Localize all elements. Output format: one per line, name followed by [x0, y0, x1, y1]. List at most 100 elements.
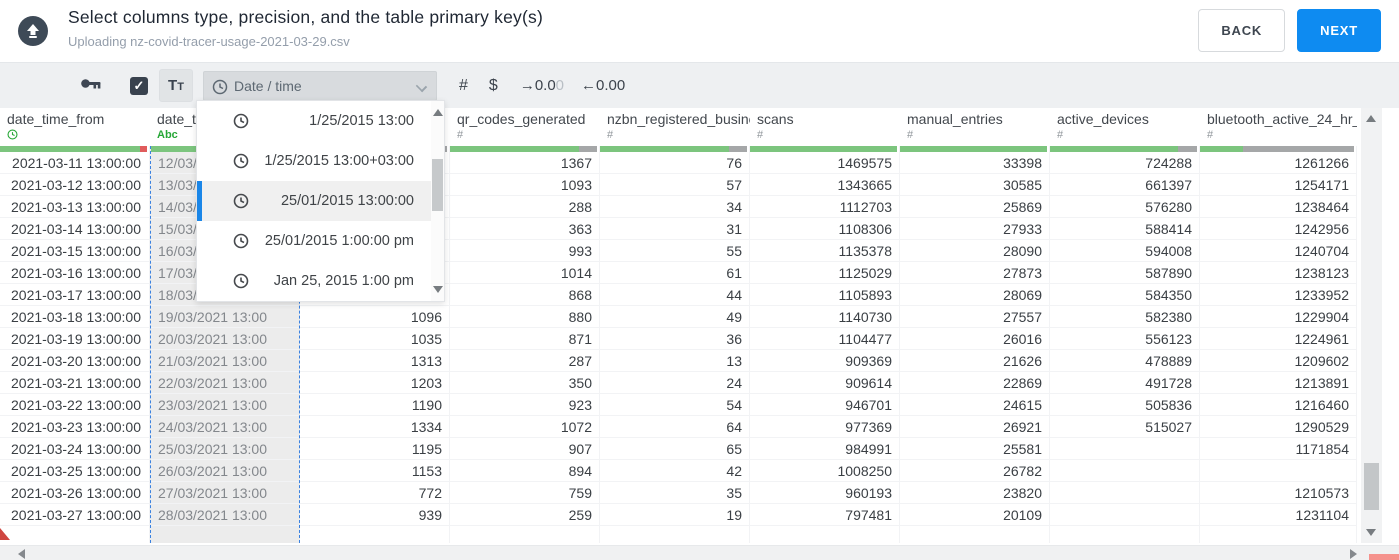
table-cell: 26/03/2021 13:00	[151, 460, 299, 482]
currency-type-icon[interactable]: $	[489, 77, 498, 95]
table-cell: 1231104	[1200, 504, 1356, 526]
column-body: 1261266 1254171 1238464 1242956 1240704 12381…	[1200, 146, 1357, 543]
column-header[interactable]: date_time_from	[0, 108, 150, 146]
dropdown-scrollbar[interactable]	[431, 101, 444, 301]
table-cell: 1125029	[750, 262, 899, 284]
horizontal-scrollbar[interactable]	[0, 545, 1399, 560]
table-cell: 977369	[750, 416, 899, 438]
date-format-option-label: Jan 25, 2015 1:00 pm	[273, 273, 414, 289]
scroll-left-icon[interactable]	[18, 549, 25, 559]
table-cell: 1233952	[1200, 284, 1356, 306]
column-header[interactable]: active_devices #	[1050, 108, 1200, 146]
table-cell: 1112703	[750, 196, 899, 218]
dropdown-scroll-down-icon[interactable]	[433, 286, 443, 293]
table-cell: 36	[600, 328, 749, 350]
table-cell: 25/03/2021 13:00	[151, 438, 299, 460]
table-cell: 984991	[750, 438, 899, 460]
date-format-option[interactable]: Jan 25, 2015 1:00 pm	[197, 261, 444, 301]
table-cell: 27557	[900, 306, 1049, 328]
clock-icon	[212, 79, 228, 98]
table-cell: 1014	[450, 262, 599, 284]
table-cell: 287	[450, 350, 599, 372]
date-format-select[interactable]: Date / time	[203, 70, 437, 101]
scroll-up-icon[interactable]	[1366, 115, 1376, 122]
page-header: Select columns type, precision, and the …	[0, 0, 1399, 62]
text-type-button[interactable]: TT	[159, 69, 193, 102]
table-cell: 1135378	[750, 240, 899, 262]
scroll-down-icon[interactable]	[1366, 529, 1376, 536]
table-cell: 2021-03-24 13:00:00	[0, 438, 149, 460]
table-cell: 1203	[300, 372, 449, 394]
column-type-label: #	[907, 129, 914, 141]
column-header[interactable]: nzbn_registered_busine #	[600, 108, 750, 146]
column-header[interactable]: scans #	[750, 108, 900, 146]
table-cell: 1195	[300, 438, 449, 460]
column-header[interactable]: manual_entries #	[900, 108, 1050, 146]
table-cell: 34	[600, 196, 749, 218]
table-cell: 54	[600, 394, 749, 416]
scroll-right-icon[interactable]	[1350, 549, 1357, 559]
increase-precision-button[interactable]: →0.00	[520, 77, 564, 94]
table-cell: 288	[450, 196, 599, 218]
next-button[interactable]: NEXT	[1297, 9, 1381, 52]
primary-key-icon[interactable]	[80, 76, 103, 96]
table-cell: 30585	[900, 174, 1049, 196]
table-cell: 587890	[1050, 262, 1199, 284]
table-cell	[1200, 460, 1356, 482]
column-body: 76 57 34 31 55 61 44 49 36 13 24 54 64 65 42 35 19	[600, 146, 750, 543]
table-cell: 65	[600, 438, 749, 460]
table-cell: 1229904	[1200, 306, 1356, 328]
table-cell: 491728	[1050, 372, 1199, 394]
boolean-type-checkbox[interactable]: ✓	[130, 76, 148, 95]
table-cell: 2021-03-22 13:00:00	[0, 394, 149, 416]
column-header[interactable]: bluetooth_active_24_hr_ #	[1200, 108, 1357, 146]
table-cell: 1093	[450, 174, 599, 196]
table-cell	[1050, 460, 1199, 482]
column-type-label: #	[457, 129, 464, 141]
date-format-option[interactable]: 25/01/2015 1:00:00 pm	[197, 221, 444, 261]
table-cell: 1209602	[1200, 350, 1356, 372]
decrease-precision-button[interactable]: ←0.00	[581, 77, 625, 94]
table-cell: 21/03/2021 13:00	[151, 350, 299, 372]
table-cell: 2021-03-11 13:00:00	[0, 152, 149, 174]
date-format-option[interactable]: 25/01/2015 13:00:00	[197, 181, 444, 221]
table-cell: 772	[300, 482, 449, 504]
table-cell: 1238464	[1200, 196, 1356, 218]
quality-bar-segment-green	[600, 146, 730, 152]
dropdown-scroll-thumb[interactable]	[432, 159, 443, 211]
column-qr_codes_generated: qr_codes_generated #1367 1093 288 363 993 1014…	[450, 108, 600, 543]
dropdown-scroll-up-icon[interactable]	[433, 109, 443, 116]
table-cell: 724288	[1050, 152, 1199, 174]
column-bluetooth_active_24_hr_: bluetooth_active_24_hr_ #1261266 1254171 12…	[1200, 108, 1357, 543]
table-cell: 515027	[1050, 416, 1199, 438]
table-cell: 25581	[900, 438, 1049, 460]
table-cell: 26921	[900, 416, 1049, 438]
table-cell: 20/03/2021 13:00	[151, 328, 299, 350]
date-format-options: 1/25/2015 13:00 1/25/2015 13:00+03:00 25…	[197, 101, 444, 301]
table-cell: 20109	[900, 504, 1049, 526]
table-cell: 49	[600, 306, 749, 328]
table-cell: 582380	[1050, 306, 1199, 328]
column-name: nzbn_registered_busine	[607, 111, 750, 127]
column-name: date_time_from	[7, 111, 105, 127]
date-format-option[interactable]: 1/25/2015 13:00	[197, 101, 444, 141]
table-cell: 24/03/2021 13:00	[151, 416, 299, 438]
number-type-icon[interactable]: #	[459, 77, 468, 95]
horizontal-scroll-thumb[interactable]	[1369, 554, 1399, 560]
table-cell: 556123	[1050, 328, 1199, 350]
table-cell: 28/03/2021 13:00	[151, 504, 299, 526]
column-header[interactable]: qr_codes_generated #	[450, 108, 600, 146]
date-format-option-label: 1/25/2015 13:00	[309, 113, 414, 129]
vertical-scrollbar[interactable]	[1361, 108, 1382, 543]
column-type-label: #	[1207, 129, 1214, 141]
date-format-option[interactable]: 1/25/2015 13:00+03:00	[197, 141, 444, 181]
table-cell: 584350	[1050, 284, 1199, 306]
table-cell: 2021-03-15 13:00:00	[0, 240, 149, 262]
upload-icon	[18, 16, 48, 46]
table-cell: 797481	[750, 504, 899, 526]
vertical-scroll-thumb[interactable]	[1364, 463, 1379, 510]
table-cell: 1210573	[1200, 482, 1356, 504]
back-button[interactable]: BACK	[1198, 9, 1286, 52]
table-cell: 23/03/2021 13:00	[151, 394, 299, 416]
table-cell: 594008	[1050, 240, 1199, 262]
